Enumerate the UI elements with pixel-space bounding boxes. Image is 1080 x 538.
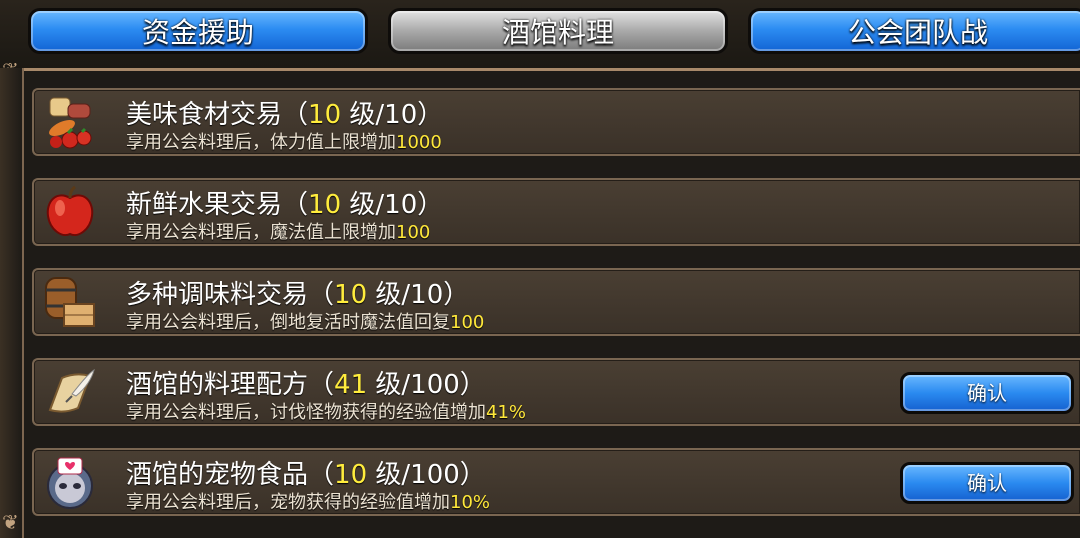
list-item: 多种调味料交易（10 级/10） 享用公会料理后，倒地复活时魔法值回复100 (32, 268, 1080, 336)
bracket-open: （ (282, 100, 309, 130)
item-level: 41 (334, 370, 368, 400)
desc-value: 1000 (396, 132, 442, 153)
desc-text: 享用公会料理后，体力值上限增加 (126, 132, 396, 153)
level-label: 级 (349, 100, 376, 130)
bracket-close: ） (459, 460, 486, 490)
desc-value: 10% (450, 492, 491, 513)
level-max: /10 (375, 190, 418, 220)
item-name: 酒馆的宠物食品 (126, 460, 309, 490)
tab-guild-team-battle[interactable]: 公会团队战 (748, 8, 1080, 54)
food-ingredients-icon (42, 94, 98, 150)
bracket-open: （ (282, 190, 309, 220)
level-label: 级 (375, 460, 402, 490)
level-label: 级 (375, 280, 402, 310)
desc-text: 享用公会料理后，宠物获得的经验值增加 (126, 492, 450, 513)
item-title: 酒馆的宠物食品（10 级/100） (126, 454, 486, 491)
ornament-icon: ❦ (2, 510, 19, 534)
desc-text: 享用公会料理后，魔法值上限增加 (126, 222, 396, 243)
bracket-close: ） (443, 280, 470, 310)
item-description: 享用公会料理后，倒地复活时魔法值回复100 (126, 308, 484, 334)
desc-value: 100 (450, 312, 485, 333)
level-label: 级 (349, 190, 376, 220)
level-max: /100 (401, 370, 460, 400)
scroll-quill-icon (42, 364, 98, 420)
pet-food-icon (42, 454, 98, 510)
tab-funding-aid[interactable]: 资金援助 (28, 8, 368, 54)
level-max: /10 (375, 100, 418, 130)
tab-tavern-cuisine[interactable]: 酒馆料理 (388, 8, 728, 54)
list-item: 酒馆的料理配方（41 级/100） 享用公会料理后，讨伐怪物获得的经验值增加41… (32, 358, 1080, 426)
desc-text: 享用公会料理后，倒地复活时魔法值回复 (126, 312, 450, 333)
confirm-button[interactable]: 确认 (900, 372, 1074, 414)
level-max: /10 (401, 280, 444, 310)
bracket-open: （ (308, 280, 335, 310)
level-label: 级 (375, 370, 402, 400)
desc-value: 41% (486, 402, 527, 423)
list-item: 酒馆的宠物食品（10 级/100） 享用公会料理后，宠物获得的经验值增加10% … (32, 448, 1080, 516)
item-name: 新鲜水果交易 (126, 190, 283, 220)
bracket-open: （ (308, 460, 335, 490)
list-item: 新鲜水果交易（10 级/10） 享用公会料理后，魔法值上限增加100 (32, 178, 1080, 246)
left-frame (0, 68, 24, 538)
apple-icon (42, 184, 98, 240)
item-description: 享用公会料理后，体力值上限增加1000 (126, 128, 442, 154)
item-name: 酒馆的料理配方 (126, 370, 309, 400)
bracket-close: ） (417, 190, 444, 220)
item-level: 10 (308, 190, 342, 220)
item-description: 享用公会料理后，讨伐怪物获得的经验值增加41% (126, 398, 526, 424)
list-item: 美味食材交易（10 级/10） 享用公会料理后，体力值上限增加1000 (32, 88, 1080, 156)
item-level: 10 (334, 460, 368, 490)
bracket-close: ） (417, 100, 444, 130)
level-max: /100 (401, 460, 460, 490)
desc-text: 享用公会料理后，讨伐怪物获得的经验值增加 (126, 402, 486, 423)
bracket-close: ） (459, 370, 486, 400)
desc-value: 100 (396, 222, 431, 243)
item-description: 享用公会料理后，宠物获得的经验值增加10% (126, 488, 490, 514)
barrel-crate-icon (42, 274, 98, 330)
item-name: 多种调味料交易 (126, 280, 309, 310)
item-title: 酒馆的料理配方（41 级/100） (126, 364, 486, 401)
item-description: 享用公会料理后，魔法值上限增加100 (126, 218, 430, 244)
confirm-button[interactable]: 确认 (900, 462, 1074, 504)
item-title: 多种调味料交易（10 级/10） (126, 274, 469, 311)
item-level: 10 (308, 100, 342, 130)
item-title: 美味食材交易（10 级/10） (126, 94, 443, 131)
bracket-open: （ (308, 370, 335, 400)
item-level: 10 (334, 280, 368, 310)
item-name: 美味食材交易 (126, 100, 283, 130)
item-title: 新鲜水果交易（10 级/10） (126, 184, 443, 221)
